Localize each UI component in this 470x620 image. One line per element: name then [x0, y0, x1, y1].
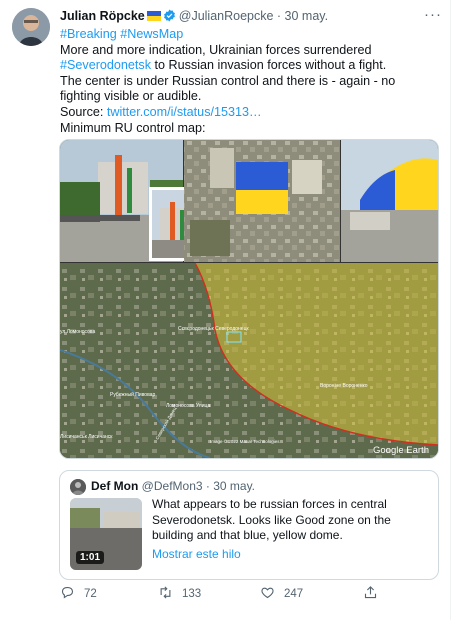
retweet-icon	[158, 585, 173, 603]
reply-icon	[60, 585, 75, 603]
photo-satellite-dome	[184, 140, 340, 262]
source-label: Source:	[60, 104, 107, 119]
tweet-header: Julian Röpcke @JulianRoepcke · 30 may.	[60, 9, 440, 27]
quoted-tweet[interactable]: Def Mon @DefMon3 · 30 may. 1:01 What app…	[59, 470, 439, 580]
retweet-button[interactable]: 133	[158, 585, 201, 603]
hashtag-newsmap[interactable]: #NewsMap	[120, 27, 183, 41]
retweet-count: 133	[182, 588, 202, 600]
like-button[interactable]: 247	[260, 585, 303, 603]
map-label-left-mid: Рубежный Пивовар	[110, 391, 155, 398]
video-duration: 1:01	[76, 551, 105, 564]
author-handle[interactable]: @JulianRoepcke	[179, 9, 274, 23]
share-button[interactable]	[363, 585, 378, 603]
google-earth-logo: Google Earth	[373, 445, 429, 456]
author-avatar[interactable]	[12, 8, 50, 46]
photo-dome-street	[341, 140, 438, 262]
source-link[interactable]: twitter.com/i/status/15313…	[107, 105, 262, 119]
quoted-text: What appears to be russian forces in cen…	[152, 497, 391, 542]
share-icon	[363, 585, 378, 603]
tweet-actions: 72 133 247	[60, 585, 400, 605]
map-label-right: Вороніне Вороненко	[320, 383, 368, 389]
tweet-date[interactable]: · 30 may.	[277, 9, 328, 23]
tweet[interactable]: Julian Röpcke @JulianRoepcke · 30 may. ··…	[0, 0, 451, 620]
ukraine-flag-icon	[146, 10, 161, 21]
author-name[interactable]: Julian Röpcke	[60, 9, 145, 23]
map-label-left-top: ул Ломоносова	[60, 329, 95, 335]
paragraph-3: Minimum RU control map:	[60, 120, 206, 135]
quoted-author-avatar	[70, 479, 86, 495]
paragraph-1b: to Russian invasion forces without a fig…	[151, 58, 387, 73]
reply-count: 72	[84, 588, 97, 600]
hashtag-breaking[interactable]: #Breaking	[60, 27, 117, 41]
media-collage: ул Ломоносова Сєвєродонецьк Северодонецк…	[60, 140, 438, 458]
paragraph-1a: More and more indication, Ukrainian forc…	[60, 42, 372, 57]
reply-button[interactable]: 72	[60, 585, 97, 603]
quoted-date: · 30 may.	[205, 479, 256, 493]
verified-badge-icon	[163, 9, 176, 22]
satellite-control-map: ул Ломоносова Сєвєродонецьк Северодонецк…	[60, 262, 438, 458]
tweet-media-image[interactable]: ул Ломоносова Сєвєродонецьк Северодонецк…	[59, 139, 439, 459]
quoted-author-handle: @DefMon3	[141, 479, 203, 493]
hashtag-severodonetsk[interactable]: #Severodonetsk	[60, 58, 151, 72]
quoted-author-name: Def Mon	[91, 479, 139, 493]
heart-icon	[260, 585, 275, 603]
show-thread-link[interactable]: Mostrar este hilo	[152, 547, 241, 561]
quoted-header: Def Mon @DefMon3 · 30 may.	[91, 479, 255, 493]
like-count: 247	[284, 588, 304, 600]
paragraph-2: The center is under Russian control and …	[60, 73, 396, 104]
more-options-icon[interactable]: ···	[424, 6, 442, 23]
map-credit: Image © 2022 Maxar Technologies	[210, 438, 280, 444]
quoted-video-thumbnail[interactable]: 1:01	[70, 498, 142, 570]
map-label-bottom-left: Лисичанськ Лисичанск	[60, 434, 113, 440]
map-label-center: Сєвєродонецьк Северодонецк	[178, 326, 249, 332]
tweet-text: #Breaking #NewsMap More and more indicat…	[60, 27, 438, 136]
